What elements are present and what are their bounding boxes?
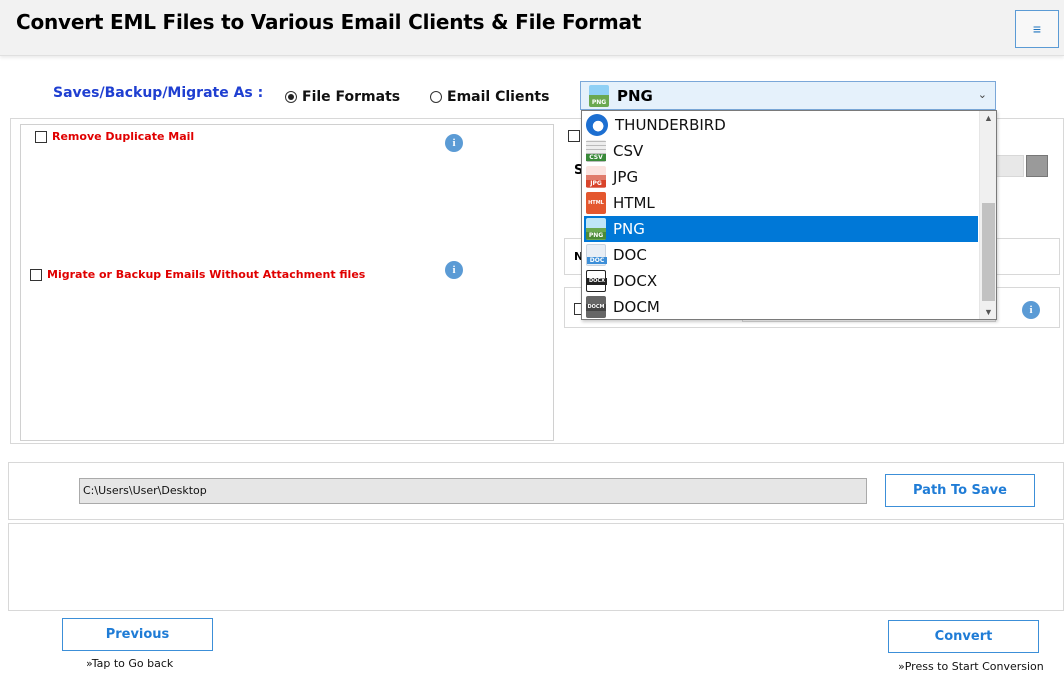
scrollbar-thumb[interactable] — [982, 203, 995, 301]
radio-email-clients[interactable]: Email Clients — [430, 89, 549, 105]
without-attachment-checkbox[interactable]: Migrate or Backup Emails Without Attachm… — [30, 268, 365, 281]
png-file-icon: PNG — [586, 218, 606, 240]
dropdown-item-label: PNG — [613, 220, 645, 238]
hamburger-icon: ≡ — [1032, 21, 1042, 37]
radio-dot — [430, 91, 442, 103]
dropdown-item-label: DOCM — [613, 298, 660, 316]
dropdown-item-label: HTML — [613, 194, 655, 212]
app-window: Convert EML Files to Various Email Clien… — [0, 0, 1064, 690]
dropdown-item-docm[interactable]: DOCM DOCM — [584, 294, 978, 319]
dropdown-item-csv[interactable]: CSV CSV — [584, 138, 978, 164]
checkbox-box — [30, 268, 42, 281]
html-file-icon: HTML — [586, 192, 606, 214]
docx-file-icon: DOCX — [586, 270, 607, 292]
dropdown-item-html[interactable]: HTML HTML — [584, 190, 978, 216]
info-icon[interactable]: i — [1022, 301, 1040, 319]
radio-file-formats[interactable]: File Formats — [285, 89, 400, 105]
csv-file-icon: CSV — [586, 140, 606, 162]
dropdown-item-jpg[interactable]: JPG JPG — [584, 164, 978, 190]
format-select-value: PNG — [617, 86, 653, 105]
scroll-up-icon[interactable]: ▲ — [980, 113, 996, 123]
radio-email-clients-label: Email Clients — [447, 89, 550, 105]
dropdown-item-docx[interactable]: DOCX DOCX — [584, 268, 978, 294]
filter-options-panel — [20, 124, 554, 441]
dropdown-item-label: DOC — [613, 246, 647, 264]
without-attachment-label: Migrate or Backup Emails Without Attachm… — [47, 268, 366, 281]
info-icon[interactable]: i — [445, 134, 463, 152]
dropdown-item-label: CSV — [613, 142, 644, 160]
log-area — [8, 523, 1064, 611]
dropdown-item-label: JPG — [613, 168, 639, 186]
save-path-input[interactable]: C:\Users\User\Desktop — [79, 478, 867, 504]
checkbox-box — [35, 130, 47, 143]
thunderbird-icon — [586, 114, 608, 136]
remove-duplicate-label: Remove Duplicate Mail — [52, 130, 195, 143]
dropdown-item-label: THUNDERBIRD — [615, 116, 726, 134]
menu-button[interactable]: ≡ — [1015, 10, 1059, 48]
scroll-down-icon[interactable]: ▼ — [980, 307, 996, 317]
dropdown-item-doc[interactable]: DOC DOC — [584, 242, 978, 268]
jpg-file-icon: JPG — [586, 166, 606, 188]
previous-button[interactable]: Previous — [62, 618, 213, 651]
format-dropdown-list: THUNDERBIRD CSV CSV JPG JPG HTML HTML PN… — [581, 110, 997, 320]
remove-duplicate-checkbox[interactable]: Remove Duplicate Mail — [35, 130, 194, 143]
path-to-save-button[interactable]: Path To Save — [885, 474, 1035, 507]
page-title: Convert EML Files to Various Email Clien… — [16, 10, 642, 34]
radio-file-formats-label: File Formats — [302, 89, 401, 105]
right-option-checkbox[interactable] — [568, 130, 580, 142]
dropdown-item-label: DOCX — [613, 272, 658, 290]
dropdown-item-png[interactable]: PNG PNG — [584, 216, 978, 242]
doc-file-icon: DOC — [586, 244, 607, 266]
radio-dot-selected — [285, 91, 297, 103]
dropdown-scrollbar[interactable]: ▲ ▼ — [979, 111, 996, 319]
convert-button[interactable]: Convert — [888, 620, 1039, 653]
chevron-down-icon: ⌄ — [977, 89, 987, 101]
browse-button[interactable] — [1026, 155, 1048, 177]
format-select[interactable]: PNG PNG ⌄ — [580, 81, 996, 110]
right-input-partial[interactable] — [996, 155, 1024, 177]
saves-as-label: Saves/Backup/Migrate As : — [53, 85, 264, 101]
previous-hint: »Tap to Go back — [86, 657, 174, 670]
header-bar: Convert EML Files to Various Email Clien… — [0, 0, 1064, 56]
info-icon[interactable]: i — [445, 261, 463, 279]
docm-file-icon: DOCM — [586, 296, 606, 318]
dropdown-item-thunderbird[interactable]: THUNDERBIRD — [584, 112, 978, 138]
convert-hint: »Press to Start Conversion — [898, 660, 1044, 673]
png-file-icon: PNG — [589, 84, 609, 107]
